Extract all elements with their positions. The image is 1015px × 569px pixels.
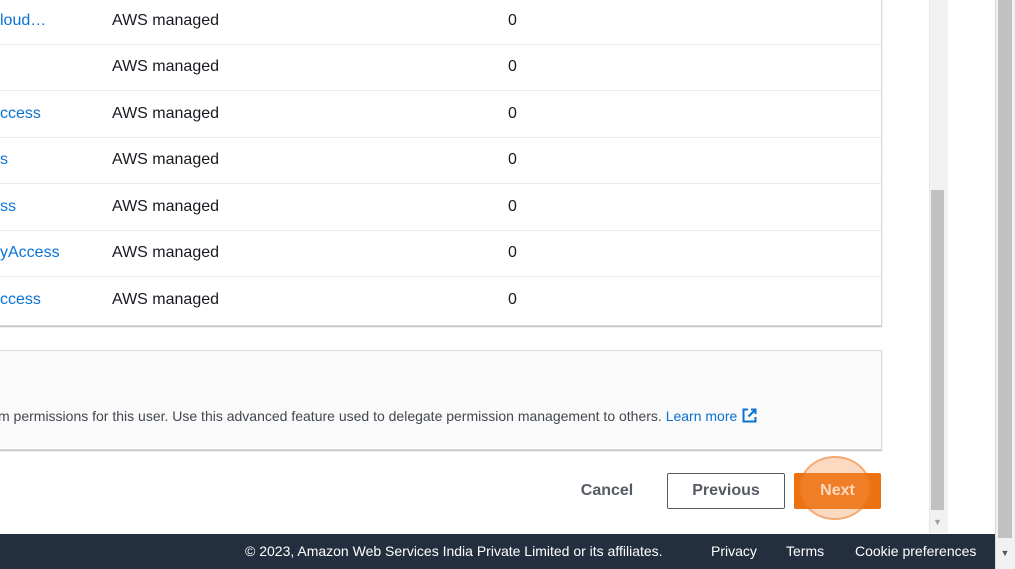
policy-type: AWS managed (112, 105, 220, 122)
cancel-button[interactable]: Cancel (563, 473, 651, 509)
policy-type: AWS managed (112, 58, 220, 75)
permissions-boundary-description: m permissions for this user. Use this ad… (0, 407, 758, 427)
policy-type: AWS managed (112, 151, 220, 168)
page-scroll-down-arrow-icon[interactable]: ▼ (998, 546, 1012, 560)
attached-entities-count: 0 (508, 58, 517, 75)
policy-type: AWS managed (112, 244, 220, 261)
table-row: yAccess AWS managed 0 (0, 230, 881, 277)
table-row: ccess AWS managed 0 (0, 277, 881, 323)
external-link-icon[interactable] (741, 407, 758, 427)
learn-more-label[interactable]: Learn more (666, 408, 738, 424)
attached-entities-count: 0 (508, 291, 517, 308)
policy-type: AWS managed (112, 12, 220, 29)
policy-name-link[interactable]: ccess (0, 91, 41, 137)
attached-entities-count: 0 (508, 244, 517, 261)
footer-terms-link[interactable]: Terms (786, 534, 824, 569)
policy-name-link[interactable]: loud… (0, 0, 46, 44)
table-row: s AWS managed 0 (0, 137, 881, 184)
policy-type: AWS managed (112, 198, 220, 215)
attached-entities-count: 0 (508, 12, 517, 29)
policy-type: AWS managed (112, 291, 220, 308)
footer-privacy-link[interactable]: Privacy (711, 534, 757, 569)
table-row: ss AWS managed 0 (0, 184, 881, 231)
next-button[interactable]: Next (794, 473, 881, 509)
policy-name-link[interactable]: ccess (0, 277, 41, 323)
table-row: ccess AWS managed 0 (0, 91, 881, 138)
policy-name-link[interactable]: yAccess (0, 230, 60, 276)
attached-entities-count: 0 (508, 198, 517, 215)
previous-button[interactable]: Previous (667, 473, 785, 509)
page-scrollbar-thumb[interactable] (998, 0, 1012, 538)
console-footer: © 2023, Amazon Web Services India Privat… (0, 534, 995, 569)
learn-more-link[interactable]: Learn more (666, 408, 759, 424)
attached-entities-count: 0 (508, 105, 517, 122)
content-scrollbar-thumb[interactable] (931, 190, 944, 510)
boundary-description-text: m permissions for this user. Use this ad… (0, 408, 662, 424)
table-row: loud… AWS managed 0 (0, 0, 881, 45)
footer-copyright: © 2023, Amazon Web Services India Privat… (245, 543, 663, 559)
table-row: AWS managed 0 (0, 44, 881, 91)
permissions-boundary-panel: m permissions for this user. Use this ad… (0, 350, 882, 450)
policy-name-link[interactable]: ss (0, 184, 16, 230)
footer-cookie-preferences-link[interactable]: Cookie preferences (855, 534, 976, 569)
policies-table: loud… AWS managed 0 AWS managed 0 ccess … (0, 0, 882, 326)
policy-name-link[interactable]: s (0, 137, 8, 183)
scroll-down-arrow-icon[interactable]: ▼ (931, 516, 944, 528)
attached-entities-count: 0 (508, 151, 517, 168)
